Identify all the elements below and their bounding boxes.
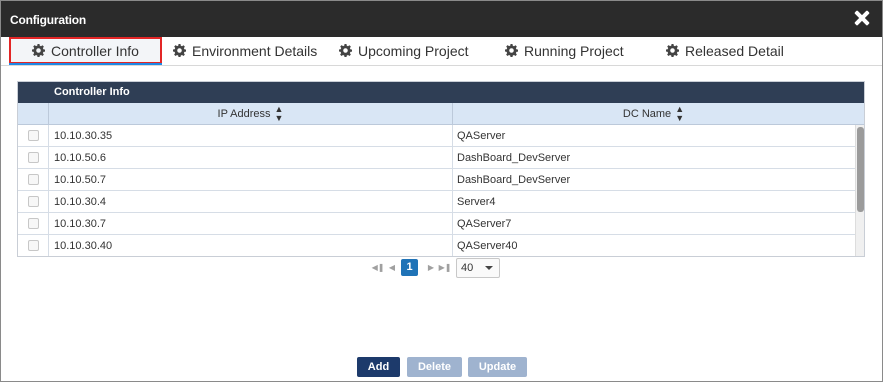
prev-page-icon[interactable]: ◀	[385, 263, 399, 272]
sort-icon[interactable]: ▲ ▼	[275, 104, 284, 123]
row-select-cell	[18, 169, 49, 190]
table-row[interactable]: 10.10.50.7 DashBoard_DevServer	[18, 169, 864, 191]
tab-label: Environment Details	[192, 42, 318, 59]
tab-label: Released Detail	[685, 42, 784, 59]
gear-icon	[32, 44, 46, 57]
last-page-icon[interactable]: ▶❚	[438, 263, 452, 272]
grid-scrollbar[interactable]	[855, 125, 864, 256]
dc-name-cell: DashBoard_DevServer	[457, 152, 571, 164]
grid-rows: 10.10.30.35 QAServer 10.10.50.6 DashBoar…	[18, 125, 864, 256]
table-row[interactable]: 10.10.50.6 DashBoard_DevServer	[18, 147, 864, 169]
row-select-cell	[18, 213, 49, 234]
row-select-cell	[18, 147, 49, 168]
grid-title: Controller Info	[18, 82, 864, 103]
select-column-header	[18, 103, 49, 124]
row-checkbox[interactable]	[27, 130, 39, 141]
ip-address-cell: 10.10.30.7	[49, 213, 453, 234]
sort-icon[interactable]: ▲ ▼	[675, 104, 684, 123]
table-row[interactable]: 10.10.30.7 QAServer7	[18, 213, 864, 235]
dialog-title: Configuration	[10, 13, 87, 27]
row-select-cell	[18, 235, 49, 256]
controller-info-grid: Controller Info IP Address ▲ ▼ DC Name ▲ ▼…	[17, 81, 865, 257]
tab-upcoming-project[interactable]: Upcoming Project	[339, 37, 469, 64]
ip-address-cell: 10.10.30.4	[49, 191, 453, 212]
dc-name-cell: QAServer40	[457, 240, 518, 252]
ip-address-cell: 10.10.30.35	[49, 125, 453, 146]
ip-address-cell: 10.10.50.7	[49, 169, 453, 190]
update-button[interactable]: Update	[468, 357, 527, 377]
tab-environment-details[interactable]: Environment Details	[173, 37, 317, 64]
column-header-ip-address[interactable]: IP Address ▲ ▼	[49, 103, 453, 124]
configuration-dialog: Configuration Controller Info Environmen…	[0, 0, 883, 382]
current-page-button[interactable]: 1	[401, 259, 418, 276]
tab-bar: Controller Info Environment Details Upco…	[1, 37, 882, 66]
tab-label: Running Project	[524, 42, 624, 59]
gear-icon	[666, 44, 679, 57]
ip-address-cell: 10.10.50.6	[49, 147, 453, 168]
tab-controller-info[interactable]: Controller Info	[9, 37, 162, 65]
gear-icon	[173, 44, 186, 57]
row-checkbox[interactable]	[27, 196, 39, 207]
row-select-cell	[18, 125, 49, 146]
table-row[interactable]: 10.10.30.4 Server4	[18, 191, 864, 213]
row-checkbox[interactable]	[27, 240, 39, 251]
chevron-down-icon	[485, 265, 493, 270]
column-label: DC Name	[622, 107, 672, 120]
dialog-titlebar: Configuration	[1, 1, 882, 37]
scrollbar-thumb[interactable]	[857, 127, 864, 212]
page-size-value: 40	[461, 261, 474, 274]
dc-name-cell: QAServer7	[457, 218, 512, 230]
dc-name-cell: QAServer	[457, 130, 506, 142]
dc-name-cell: Server4	[457, 196, 496, 208]
pager: ◀❚ ◀ 1 ▶ ▶❚ 40	[371, 257, 500, 278]
gear-icon	[505, 44, 518, 57]
grid-column-header: IP Address ▲ ▼ DC Name ▲ ▼	[18, 103, 864, 125]
ip-address-cell: 10.10.30.40	[49, 235, 453, 256]
first-page-icon[interactable]: ◀❚	[371, 263, 385, 272]
column-header-dc-name[interactable]: DC Name ▲ ▼	[453, 103, 864, 124]
close-icon[interactable]	[854, 10, 870, 26]
row-checkbox[interactable]	[27, 152, 39, 163]
tab-running-project[interactable]: Running Project	[505, 37, 624, 64]
tab-released-detail[interactable]: Released Detail	[666, 37, 784, 64]
page-size-select[interactable]: 40	[456, 257, 500, 278]
tab-label: Upcoming Project	[358, 42, 469, 59]
row-checkbox[interactable]	[27, 218, 39, 229]
row-select-cell	[18, 191, 49, 212]
gear-icon	[339, 44, 352, 57]
row-checkbox[interactable]	[27, 174, 39, 185]
table-row[interactable]: 10.10.30.35 QAServer	[18, 125, 864, 147]
delete-button[interactable]: Delete	[407, 357, 462, 377]
tab-label: Controller Info	[51, 42, 139, 59]
column-label: IP Address	[217, 107, 271, 120]
dc-name-cell: DashBoard_DevServer	[457, 174, 571, 186]
add-button[interactable]: Add	[357, 357, 400, 377]
table-row[interactable]: 10.10.30.40 QAServer40	[18, 235, 864, 256]
next-page-icon[interactable]: ▶	[424, 263, 438, 272]
